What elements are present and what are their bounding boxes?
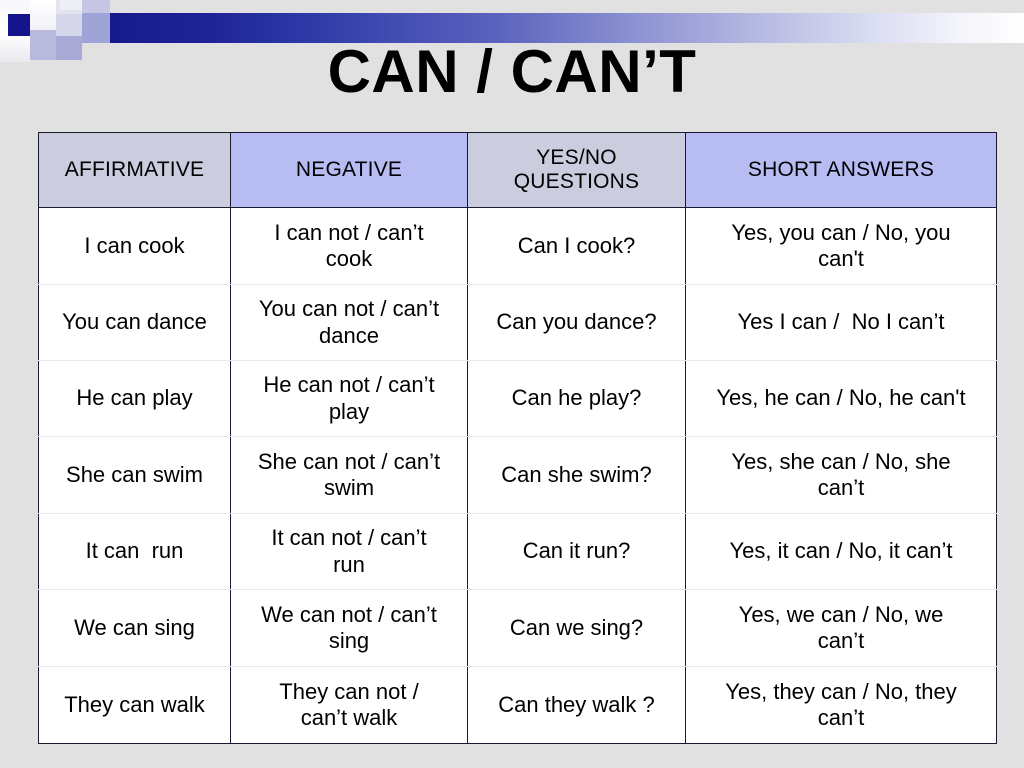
decor-square-lavender-g (82, 13, 110, 43)
cell-short-answer: Yes, he can / No, he can't (685, 360, 997, 437)
column-header-affirmative: AFFIRMATIVE (38, 132, 231, 208)
table-row: You can dance You can not / can’t dance … (38, 284, 997, 361)
cell-question: Can it run? (467, 513, 686, 590)
cell-negative: He can not / can’t play (230, 360, 468, 437)
cell-short-answer: Yes I can / No I can’t (685, 284, 997, 361)
cell-short-answer: Yes, they can / No, they can’t (685, 666, 997, 744)
table-row: It can run It can not / can’t run Can it… (38, 513, 997, 590)
table-header-row: AFFIRMATIVE NEGATIVE YES/NO QUESTIONS SH… (38, 132, 997, 208)
cell-question: Can I cook? (467, 207, 686, 285)
cell-negative: They can not / can’t walk (230, 666, 468, 744)
table-row: They can walk They can not / can’t walk … (38, 666, 997, 744)
cell-question: Can we sing? (467, 589, 686, 667)
cell-affirmative: You can dance (38, 284, 231, 361)
cell-short-answer: Yes, you can / No, you can't (685, 207, 997, 285)
cell-short-answer: Yes, it can / No, it can’t (685, 513, 997, 590)
table-row: I can cook I can not / can’t cook Can I … (38, 207, 997, 285)
cell-question: Can they walk ? (467, 666, 686, 744)
decor-square-lavender-f (82, 0, 110, 13)
cell-negative: She can not / can’t swim (230, 436, 468, 514)
column-header-short-answers: SHORT ANSWERS (685, 132, 997, 208)
cell-negative: You can not / can’t dance (230, 284, 468, 361)
cell-affirmative: I can cook (38, 207, 231, 285)
can-cant-table: AFFIRMATIVE NEGATIVE YES/NO QUESTIONS SH… (38, 132, 997, 744)
table-row: He can play He can not / can’t play Can … (38, 360, 997, 437)
cell-negative: We can not / can’t sing (230, 589, 468, 667)
cell-question: Can he play? (467, 360, 686, 437)
page-title: CAN / CAN’T (327, 38, 697, 105)
decor-square-lavender-h (60, 0, 82, 10)
decor-square-lavender-d (56, 14, 82, 36)
decor-square-navy (8, 14, 30, 36)
cell-affirmative: They can walk (38, 666, 231, 744)
cell-short-answer: Yes, she can / No, she can’t (685, 436, 997, 514)
cell-short-answer: Yes, we can / No, we can’t (685, 589, 997, 667)
cell-affirmative: She can swim (38, 436, 231, 514)
cell-negative: I can not / can’t cook (230, 207, 468, 285)
column-header-yesno-questions: YES/NO QUESTIONS (467, 132, 686, 208)
cell-affirmative: He can play (38, 360, 231, 437)
table-row: She can swim She can not / can’t swim Ca… (38, 436, 997, 514)
cell-question: Can you dance? (467, 284, 686, 361)
cell-affirmative: We can sing (38, 589, 231, 667)
cell-negative: It can not / can’t run (230, 513, 468, 590)
column-header-negative: NEGATIVE (230, 132, 468, 208)
cell-question: Can she swim? (467, 436, 686, 514)
table-row: We can sing We can not / can’t sing Can … (38, 589, 997, 667)
cell-affirmative: It can run (38, 513, 231, 590)
